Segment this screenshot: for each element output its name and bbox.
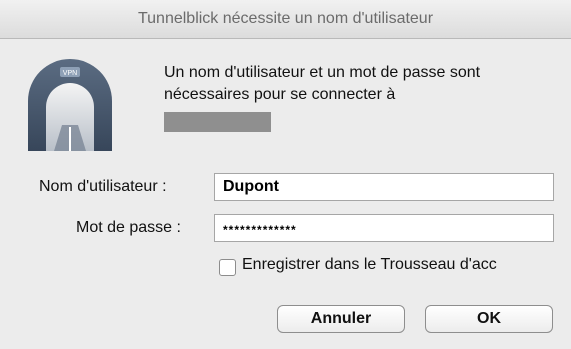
username-field[interactable]	[214, 173, 554, 201]
cancel-button[interactable]: Annuler	[277, 305, 405, 333]
password-label: Mot de passe :	[76, 219, 181, 236]
dialog-title: Tunnelblick nécessite un nom d'utilisate…	[137, 10, 434, 27]
save-keychain-label[interactable]: Enregistrer dans le Trousseau d'acc	[242, 256, 562, 274]
redacted-server-name	[164, 112, 271, 132]
title-bar[interactable]: Tunnelblick nécessite un nom d'utilisate…	[0, 0, 571, 39]
ok-button[interactable]: OK	[425, 305, 553, 333]
connection-message: Un nom d'utilisateur et un mot de passe …	[164, 64, 481, 103]
username-label: Nom d'utilisateur :	[39, 178, 167, 195]
svg-text:VPN: VPN	[63, 70, 77, 77]
password-field[interactable]	[214, 214, 554, 242]
tunnelblick-dialog: Tunnelblick nécessite un nom d'utilisate…	[0, 0, 571, 349]
vpn-tunnel-icon: VPN	[24, 55, 116, 153]
save-keychain-checkbox[interactable]	[219, 259, 236, 276]
